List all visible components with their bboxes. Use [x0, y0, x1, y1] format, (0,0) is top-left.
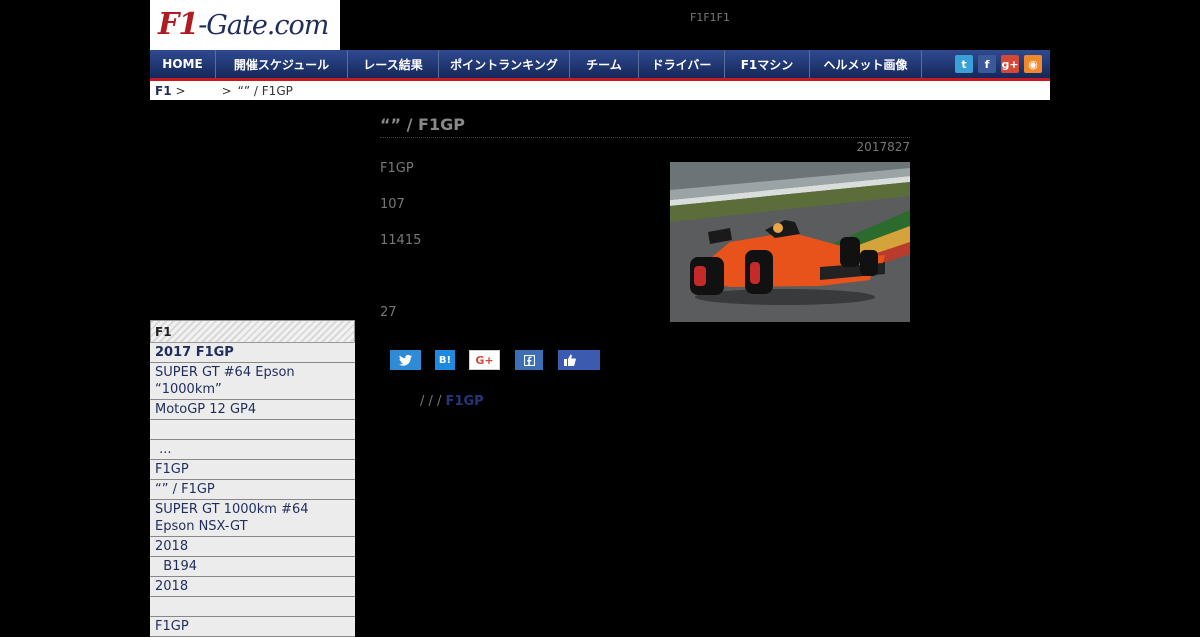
sidebar-item[interactable]: MotoGP 12 GP4 [150, 400, 355, 420]
sidebar-item[interactable]: ... [150, 440, 355, 460]
article-paragraph: F1GP [380, 161, 414, 176]
tag-link[interactable]: F1GP [446, 394, 484, 409]
tag-separators: / / / [420, 394, 442, 409]
nav-ranking[interactable]: ポイントランキング [439, 50, 570, 78]
sidebar-item[interactable]: 2018 [150, 537, 355, 557]
article-paragraph: 107 [380, 197, 405, 212]
sidebar-item[interactable]: F1GP [150, 460, 355, 480]
article-title: “” / F1GP [380, 115, 910, 138]
article-date: 2017827 [856, 140, 910, 154]
logo-f1: F1 [158, 7, 199, 42]
facebook-icon[interactable]: f [978, 55, 996, 73]
sidebar-item[interactable]: SUPER GT 1000km #64 Epson NSX-GT [150, 500, 355, 537]
breadcrumb-current: “” / F1GP [237, 83, 293, 98]
breadcrumb-separator: > [175, 83, 186, 98]
thumbs-up-icon [564, 354, 576, 366]
sidebar-item[interactable]: 2018 [150, 577, 355, 597]
article-paragraph: 11415 [380, 233, 422, 248]
site-header: F1-Gate.com F1F1F1 [150, 0, 1050, 50]
nav-machines[interactable]: F1マシン [725, 50, 810, 78]
sidebar-item[interactable]: F1GP [150, 617, 355, 637]
nav-drivers[interactable]: ドライバー [639, 50, 725, 78]
twitter-share-button[interactable] [390, 350, 421, 370]
nav-home[interactable]: HOME [150, 50, 216, 78]
main-nav: HOME 開催スケジュール レース結果 ポイントランキング チーム ドライバー … [150, 50, 1050, 81]
google-plus-share-button[interactable]: G+ [469, 350, 500, 370]
facebook-like-button[interactable] [558, 350, 600, 370]
nav-schedule[interactable]: 開催スケジュール [216, 50, 348, 78]
sidebar-item[interactable]: “” / F1GP [150, 480, 355, 500]
google-plus-icon[interactable]: g+ [1001, 55, 1019, 73]
sidebar-header: F1 [150, 320, 355, 343]
sidebar-item[interactable] [150, 597, 355, 617]
sidebar-item[interactable] [150, 420, 355, 440]
article-tags: / / / F1GP [420, 394, 484, 409]
facebook-share-button[interactable] [515, 350, 543, 370]
sidebar-list: 2017 F1GP SUPER GT #64 Epson “1000km” Moto… [150, 343, 355, 637]
sidebar-recent-articles: F1 2017 F1GP SUPER GT #64 Epson “1000km” M… [150, 320, 355, 637]
breadcrumb-separator: > [221, 83, 232, 98]
twitter-icon [399, 354, 412, 366]
article-paragraph: 27 [380, 305, 397, 320]
rss-icon[interactable]: ◉ [1024, 55, 1042, 73]
social-links: t f g+ ◉ [955, 50, 1050, 78]
logo-domain: -Gate.com [198, 10, 329, 41]
twitter-icon[interactable]: t [955, 55, 973, 73]
nav-results[interactable]: レース結果 [348, 50, 439, 78]
sidebar-item[interactable]: 2017 F1GP [150, 343, 355, 363]
article-photo-f1-car[interactable] [670, 162, 910, 322]
breadcrumb-home[interactable]: F1 [155, 84, 172, 98]
site-tagline: F1F1F1 [690, 11, 730, 24]
nav-teams[interactable]: チーム [570, 50, 639, 78]
nav-helmets[interactable]: ヘルメット画像 [810, 50, 922, 78]
breadcrumb: F1 > > “” / F1GP [150, 81, 1050, 100]
site-logo[interactable]: F1-Gate.com [150, 0, 340, 50]
sidebar-item[interactable]: SUPER GT #64 Epson “1000km” [150, 363, 355, 400]
facebook-icon [523, 354, 535, 366]
sidebar-item[interactable]: B194 [150, 557, 355, 577]
hatena-bookmark-button[interactable]: B! [435, 350, 455, 370]
